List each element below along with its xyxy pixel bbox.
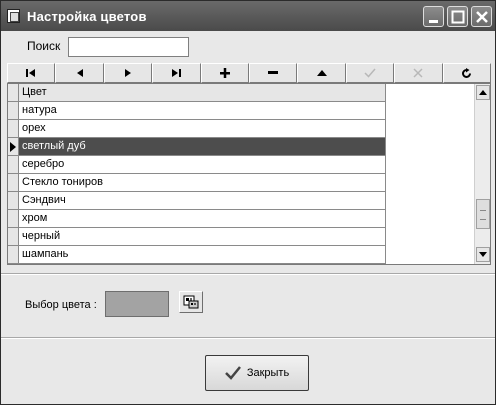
divider bbox=[1, 337, 495, 339]
check-icon bbox=[224, 366, 241, 380]
next-record-button[interactable] bbox=[103, 63, 153, 83]
table-row[interactable]: черный bbox=[8, 228, 386, 246]
next-icon bbox=[125, 69, 132, 77]
check-icon bbox=[364, 68, 376, 78]
record-navigator bbox=[7, 63, 492, 83]
table-row-selected[interactable]: светлый дуб bbox=[8, 138, 386, 156]
color-settings-window: Настройка цветов Поиск Цвет натура орех … bbox=[0, 0, 496, 405]
grid-cell[interactable]: Стекло тониров bbox=[19, 174, 386, 191]
scroll-down-button[interactable] bbox=[476, 247, 490, 262]
table-row[interactable]: Сэндвич bbox=[8, 192, 386, 210]
grid-cell[interactable]: серебро bbox=[19, 156, 386, 173]
close-window-button[interactable] bbox=[471, 6, 492, 27]
search-label: Поиск bbox=[27, 39, 61, 53]
maximize-button[interactable] bbox=[447, 6, 468, 27]
close-button[interactable]: Закрыть bbox=[205, 355, 309, 391]
column-header-color[interactable]: Цвет bbox=[19, 84, 386, 101]
current-row-indicator-icon bbox=[10, 142, 16, 152]
table-row[interactable]: натура bbox=[8, 102, 386, 120]
table-row[interactable]: серебро bbox=[8, 156, 386, 174]
edit-record-button[interactable] bbox=[297, 63, 346, 83]
minimize-button[interactable] bbox=[423, 6, 444, 27]
window-title: Настройка цветов bbox=[27, 9, 147, 24]
color-picker-label: Выбор цвета : bbox=[25, 299, 97, 311]
grid-cell[interactable]: натура bbox=[19, 102, 386, 119]
insert-record-button[interactable] bbox=[200, 63, 250, 83]
color-swatch[interactable] bbox=[105, 291, 169, 317]
table-row[interactable]: орех bbox=[8, 120, 386, 138]
grid-cell[interactable]: орех bbox=[19, 120, 386, 137]
choose-color-button[interactable] bbox=[179, 291, 203, 313]
grid-cell[interactable]: шампань bbox=[19, 246, 386, 263]
grid-cell[interactable]: хром bbox=[19, 210, 386, 227]
plus-icon bbox=[219, 68, 230, 78]
minimize-icon bbox=[429, 20, 438, 23]
app-window-icon bbox=[7, 9, 20, 23]
scroll-up-icon bbox=[479, 90, 487, 95]
table-row[interactable]: шампань bbox=[8, 246, 386, 264]
last-record-button[interactable] bbox=[152, 63, 201, 83]
scroll-thumb[interactable] bbox=[476, 199, 490, 229]
cancel-record-button[interactable] bbox=[394, 63, 443, 83]
x-icon bbox=[413, 68, 423, 78]
grid-cell[interactable]: черный bbox=[19, 228, 386, 245]
search-input[interactable] bbox=[68, 37, 189, 57]
grid-cell[interactable]: Сэндвич bbox=[19, 192, 386, 209]
first-icon bbox=[26, 69, 36, 77]
title-bar[interactable]: Настройка цветов bbox=[1, 1, 495, 31]
minus-icon bbox=[268, 71, 279, 74]
colors-grid[interactable]: Цвет натура орех светлый дуб серебро Сте… bbox=[7, 83, 491, 265]
palette-icon bbox=[183, 295, 199, 309]
grid-cell[interactable]: светлый дуб bbox=[19, 138, 386, 155]
refresh-records-button[interactable] bbox=[442, 63, 492, 83]
divider bbox=[1, 273, 495, 275]
last-icon bbox=[172, 69, 182, 77]
triangle-up-icon bbox=[316, 70, 327, 76]
grid-vertical-scrollbar[interactable] bbox=[474, 84, 490, 264]
scroll-up-button[interactable] bbox=[476, 85, 490, 100]
close-button-label: Закрыть bbox=[246, 367, 290, 379]
delete-record-button[interactable] bbox=[249, 63, 298, 83]
first-record-button[interactable] bbox=[7, 63, 56, 83]
maximize-icon bbox=[451, 10, 465, 24]
prior-icon bbox=[76, 69, 83, 77]
prior-record-button[interactable] bbox=[55, 63, 104, 83]
refresh-icon bbox=[462, 67, 472, 78]
table-row[interactable]: хром bbox=[8, 210, 386, 228]
post-record-button[interactable] bbox=[345, 63, 395, 83]
grid-header-row: Цвет bbox=[8, 84, 386, 102]
scroll-down-icon bbox=[479, 252, 487, 257]
close-icon bbox=[476, 11, 488, 23]
table-row[interactable]: Стекло тониров bbox=[8, 174, 386, 192]
